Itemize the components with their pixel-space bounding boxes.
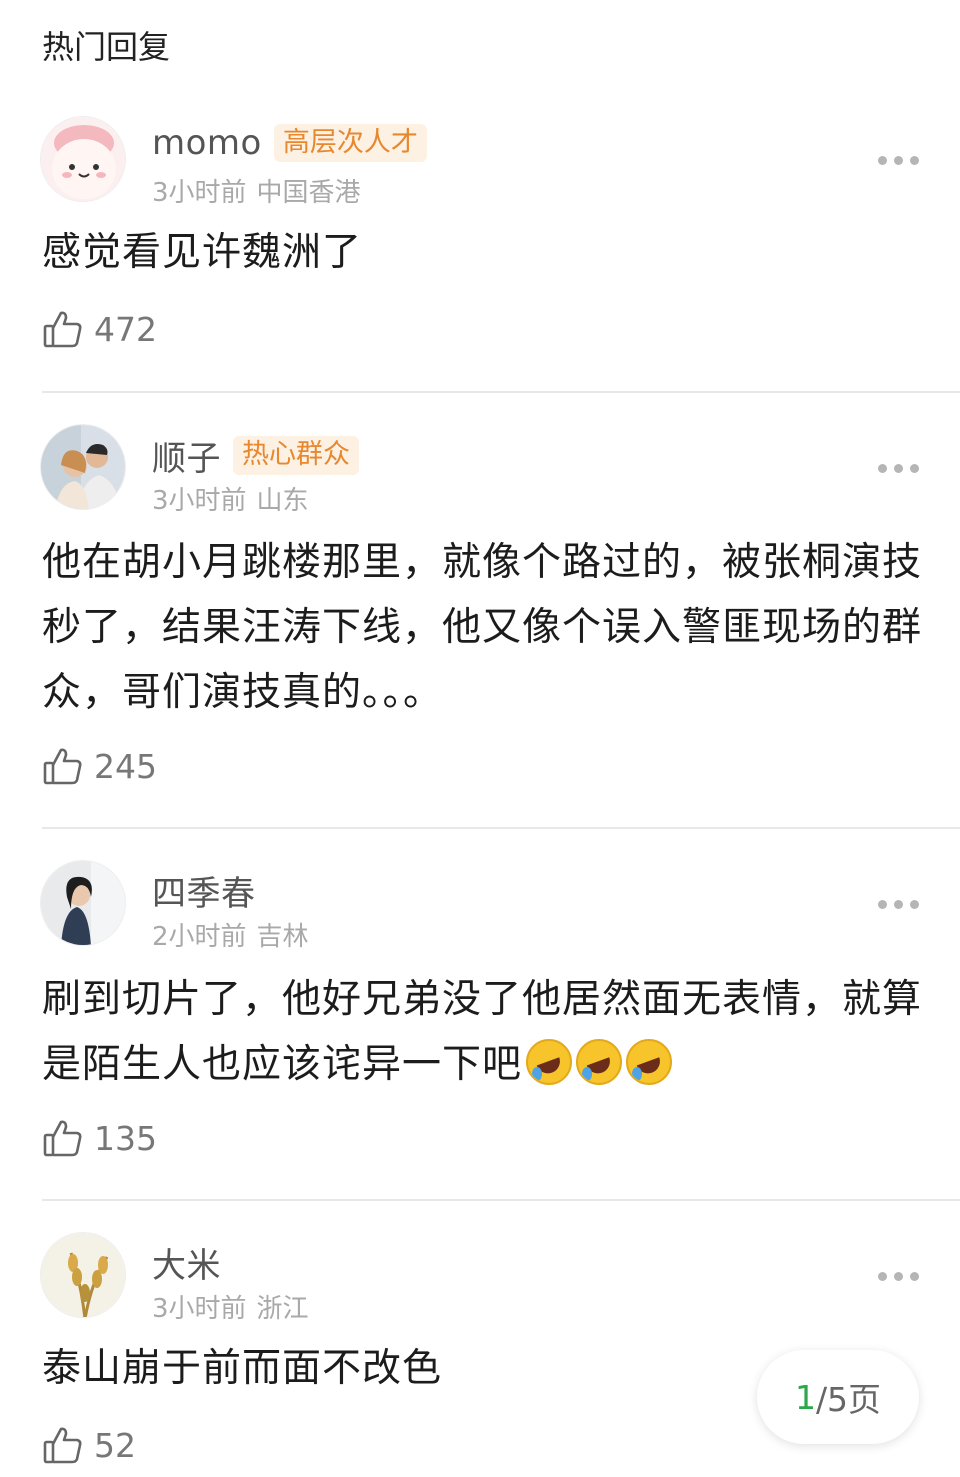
user-badge: 热心群众: [233, 436, 359, 475]
rolling-laughing-emoji-icon: [576, 1039, 623, 1085]
like-count: 472: [94, 309, 157, 349]
comment-time: 3小时前: [152, 486, 247, 516]
comment-location: 山东: [256, 486, 309, 516]
like-count: 245: [94, 746, 157, 786]
divider: [42, 1199, 960, 1201]
current-page: 1: [794, 1377, 816, 1417]
like-button[interactable]: 135: [42, 1117, 157, 1159]
comment-location: 中国香港: [256, 178, 361, 208]
comment-text: 刷到切片了，他好兄弟没了他居然面无表情，就算是陌生人也应该诧异一下吧: [42, 977, 923, 1087]
divider: [42, 827, 960, 829]
section-title: 热门回复: [42, 28, 171, 66]
like-button[interactable]: 52: [42, 1424, 136, 1466]
comment-time: 2小时前: [152, 922, 247, 952]
username[interactable]: 大米: [152, 1238, 221, 1287]
thumbs-up-icon: [43, 1120, 82, 1157]
avatar[interactable]: [40, 116, 126, 202]
comment-meta: 3小时前 山东: [152, 480, 309, 517]
page-indicator[interactable]: 1/5页: [757, 1350, 919, 1444]
like-button[interactable]: 472: [42, 308, 157, 350]
username[interactable]: 顺子: [152, 431, 221, 480]
comment-meta: 2小时前 吉林: [152, 916, 309, 953]
username[interactable]: momo: [152, 123, 262, 163]
username[interactable]: 四季春: [152, 866, 256, 915]
avatar[interactable]: [40, 1232, 126, 1318]
total-pages: /5页: [815, 1380, 882, 1419]
comment-time: 3小时前: [152, 178, 247, 208]
comment-text: 感觉看见许魏洲了: [42, 230, 363, 275]
comment-text: 他在胡小月跳楼那里，就像个路过的，被张桐演技秒了，结果汪涛下线，他又像个误入警匪…: [42, 540, 923, 715]
thumbs-up-icon: [43, 748, 82, 785]
like-button[interactable]: 245: [42, 745, 157, 787]
more-dots-icon[interactable]: [878, 156, 919, 165]
avatar[interactable]: [40, 860, 126, 946]
like-count: 135: [94, 1118, 157, 1158]
more-dots-icon[interactable]: [878, 464, 919, 473]
comment-location: 浙江: [256, 1294, 309, 1324]
rolling-laughing-emoji-icon: [626, 1039, 673, 1085]
comment-meta: 3小时前 浙江: [152, 1288, 309, 1325]
comment-location: 吉林: [256, 922, 309, 952]
avatar[interactable]: [40, 424, 126, 510]
comment-meta: 3小时前 中国香港: [152, 172, 361, 209]
rolling-laughing-emoji-icon: [526, 1039, 573, 1085]
more-dots-icon[interactable]: [878, 1272, 919, 1281]
thumbs-up-icon: [43, 1427, 82, 1464]
divider: [42, 391, 960, 393]
thumbs-up-icon: [43, 311, 82, 348]
comment-text-block: 刷到切片了，他好兄弟没了他居然面无表情，就算是陌生人也应该诧异一下吧: [42, 967, 922, 1097]
like-count: 52: [94, 1425, 136, 1465]
user-badge: 高层次人才: [273, 123, 427, 163]
more-dots-icon[interactable]: [878, 900, 919, 909]
comment-time: 3小时前: [152, 1294, 247, 1324]
